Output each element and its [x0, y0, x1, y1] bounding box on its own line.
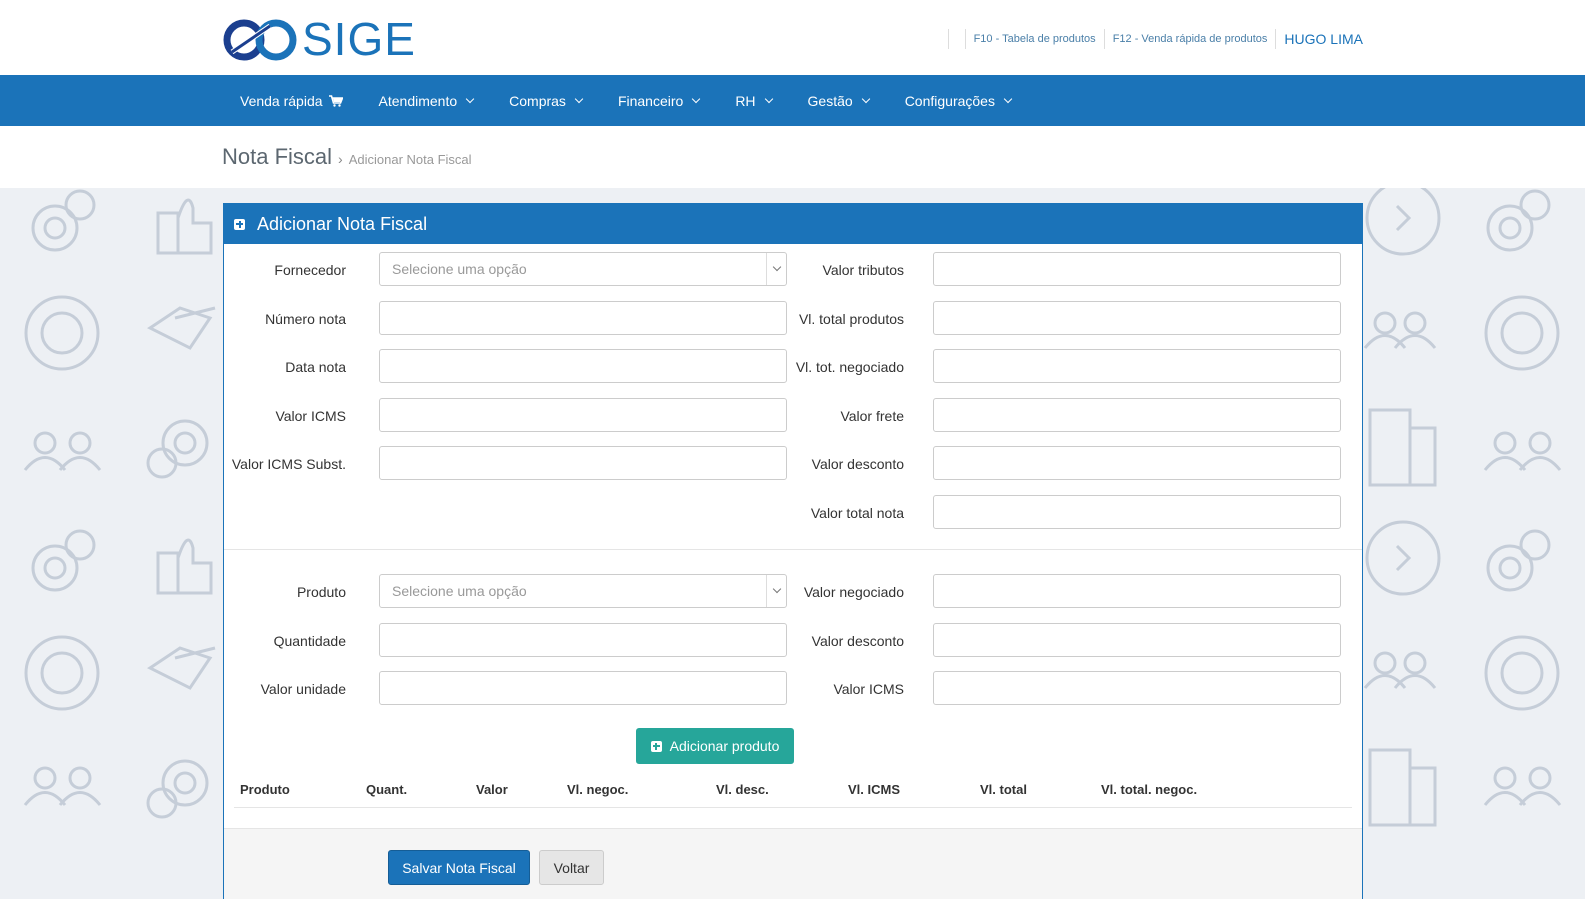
select-placeholder: Selecione uma opção: [392, 583, 527, 599]
table-header-quant[interactable]: Quant.: [366, 782, 407, 797]
breadcrumb-current: Adicionar Nota Fiscal: [348, 152, 472, 167]
logo-text: SIGE: [302, 13, 416, 65]
panel-header: Adicionar Nota Fiscal: [224, 204, 1362, 244]
numero-nota-input[interactable]: [379, 301, 787, 335]
chevron-down-icon: [465, 94, 475, 103]
label-numero-nota: Número nota: [265, 311, 346, 327]
select-placeholder: Selecione uma opção: [392, 261, 527, 277]
nav-label: Gestão: [807, 92, 853, 109]
link-tabela-produtos[interactable]: F10 - Tabela de produtos: [974, 33, 1096, 45]
chevron-down-icon: [692, 94, 701, 103]
table-header-vl-icms[interactable]: Vl. ICMS: [848, 782, 900, 797]
label-produto-valor-icms: Valor ICMS: [833, 681, 904, 697]
nav-label: Configurações: [904, 92, 995, 109]
table-header-vl-total-negoc[interactable]: Vl. total. negoc.: [1101, 782, 1197, 797]
valor-total-nota-input[interactable]: [933, 495, 1341, 529]
produto-valor-desconto-input[interactable]: [933, 623, 1341, 657]
add-product-label: Adicionar produto: [669, 738, 780, 754]
nav-label: Financeiro: [617, 92, 684, 109]
divider: [1103, 29, 1105, 49]
label-vl-total-produtos: Vl. total produtos: [798, 311, 904, 327]
add-invoice-panel: Adicionar Nota Fiscal Fornecedor Selecio…: [223, 203, 1363, 899]
nav-label: Compras: [509, 92, 566, 109]
breadcrumb-separator: ›: [338, 151, 343, 167]
valor-negociado-input[interactable]: [933, 574, 1341, 608]
divider: [964, 29, 966, 49]
breadcrumb-band: Nota Fiscal › Adicionar Nota Fiscal: [0, 126, 1585, 188]
sige-logo[interactable]: SIGE: [222, 13, 415, 65]
valor-tributos-input[interactable]: [933, 252, 1341, 286]
valor-icms-input[interactable]: [379, 398, 787, 432]
produto-select[interactable]: Selecione uma opção: [379, 574, 787, 608]
plus-square-icon: [650, 740, 662, 752]
divider: [947, 29, 949, 49]
plus-square-icon: [234, 218, 245, 230]
chevron-down-icon: [861, 94, 870, 103]
label-produto-valor-desconto: Valor desconto: [811, 633, 904, 649]
nav-compras[interactable]: Compras: [491, 75, 600, 126]
panel-title: Adicionar Nota Fiscal: [257, 213, 428, 234]
table-header-produto[interactable]: Produto: [240, 782, 290, 797]
nav-configuracoes[interactable]: Configurações: [887, 75, 1029, 126]
divider: [1275, 29, 1277, 49]
nav-label: RH: [735, 92, 756, 109]
nav-venda-rapida[interactable]: Venda rápida: [222, 75, 361, 126]
user-menu[interactable]: HUGO LIMA: [1284, 31, 1363, 47]
table-header-vl-total[interactable]: Vl. total: [980, 782, 1027, 797]
back-button[interactable]: Voltar: [539, 850, 604, 885]
table-header-valor[interactable]: Valor: [476, 782, 508, 797]
label-valor-negociado: Valor negociado: [803, 584, 904, 600]
label-valor-desconto: Valor desconto: [811, 456, 904, 472]
chevron-down-icon: [764, 94, 773, 103]
chevron-down-icon: [766, 575, 786, 607]
label-fornecedor: Fornecedor: [274, 262, 346, 278]
label-produto: Produto: [296, 584, 346, 600]
nav-label: Venda rápida: [240, 92, 323, 109]
top-header: SIGE F10 - Tabela de produtos F12 - Vend…: [0, 0, 1585, 75]
chevron-down-icon: [766, 253, 786, 285]
produto-valor-icms-input[interactable]: [933, 671, 1341, 705]
label-vl-tot-negociado: Vl. tot. negociado: [795, 359, 904, 375]
main-navbar: Venda rápida Atendimento Compras Finance…: [0, 75, 1585, 126]
label-valor-unidade: Valor unidade: [260, 681, 346, 697]
valor-desconto-input[interactable]: [933, 446, 1341, 480]
fornecedor-select[interactable]: Selecione uma opção: [379, 252, 787, 286]
label-data-nota: Data nota: [285, 359, 346, 375]
table-header-vl-negoc[interactable]: Vl. negoc.: [567, 782, 628, 797]
nav-gestao[interactable]: Gestão: [790, 75, 887, 126]
nav-atendimento[interactable]: Atendimento: [361, 75, 492, 126]
top-links: F10 - Tabela de produtos F12 - Venda ráp…: [940, 28, 1363, 50]
label-valor-icms: Valor ICMS: [275, 408, 346, 424]
nav-rh[interactable]: RH: [717, 75, 789, 126]
table-header-vl-desc[interactable]: Vl. desc.: [716, 782, 769, 797]
form-actions: Salvar Nota Fiscal Voltar: [224, 828, 1362, 899]
chevron-down-icon: [1003, 94, 1013, 103]
nav-financeiro[interactable]: Financeiro: [600, 75, 717, 126]
vl-tot-negociado-input[interactable]: [933, 349, 1341, 383]
data-nota-input[interactable]: [379, 349, 787, 383]
cart-icon: [328, 94, 343, 107]
valor-frete-input[interactable]: [933, 398, 1341, 432]
label-valor-total-nota: Valor total nota: [810, 505, 904, 521]
save-invoice-button[interactable]: Salvar Nota Fiscal: [388, 850, 530, 885]
infinity-logo-icon: [223, 19, 297, 61]
label-valor-icms-subst: Valor ICMS Subst.: [231, 456, 346, 472]
divider: [224, 549, 1362, 550]
valor-icms-subst-input[interactable]: [379, 446, 787, 480]
label-valor-frete: Valor frete: [840, 408, 904, 424]
table-divider: [234, 807, 1352, 808]
link-venda-rapida[interactable]: F12 - Venda rápida de produtos: [1113, 33, 1268, 45]
quantidade-input[interactable]: [379, 623, 787, 657]
label-quantidade: Quantidade: [273, 633, 346, 649]
label-valor-tributos: Valor tributos: [822, 262, 904, 278]
valor-unidade-input[interactable]: [379, 671, 787, 705]
chevron-down-icon: [574, 94, 584, 103]
breadcrumb: Nota Fiscal › Adicionar Nota Fiscal: [222, 144, 472, 170]
vl-total-produtos-input[interactable]: [933, 301, 1341, 335]
add-product-button[interactable]: Adicionar produto: [636, 728, 794, 764]
page-title[interactable]: Nota Fiscal: [222, 144, 332, 170]
nav-label: Atendimento: [378, 92, 458, 109]
